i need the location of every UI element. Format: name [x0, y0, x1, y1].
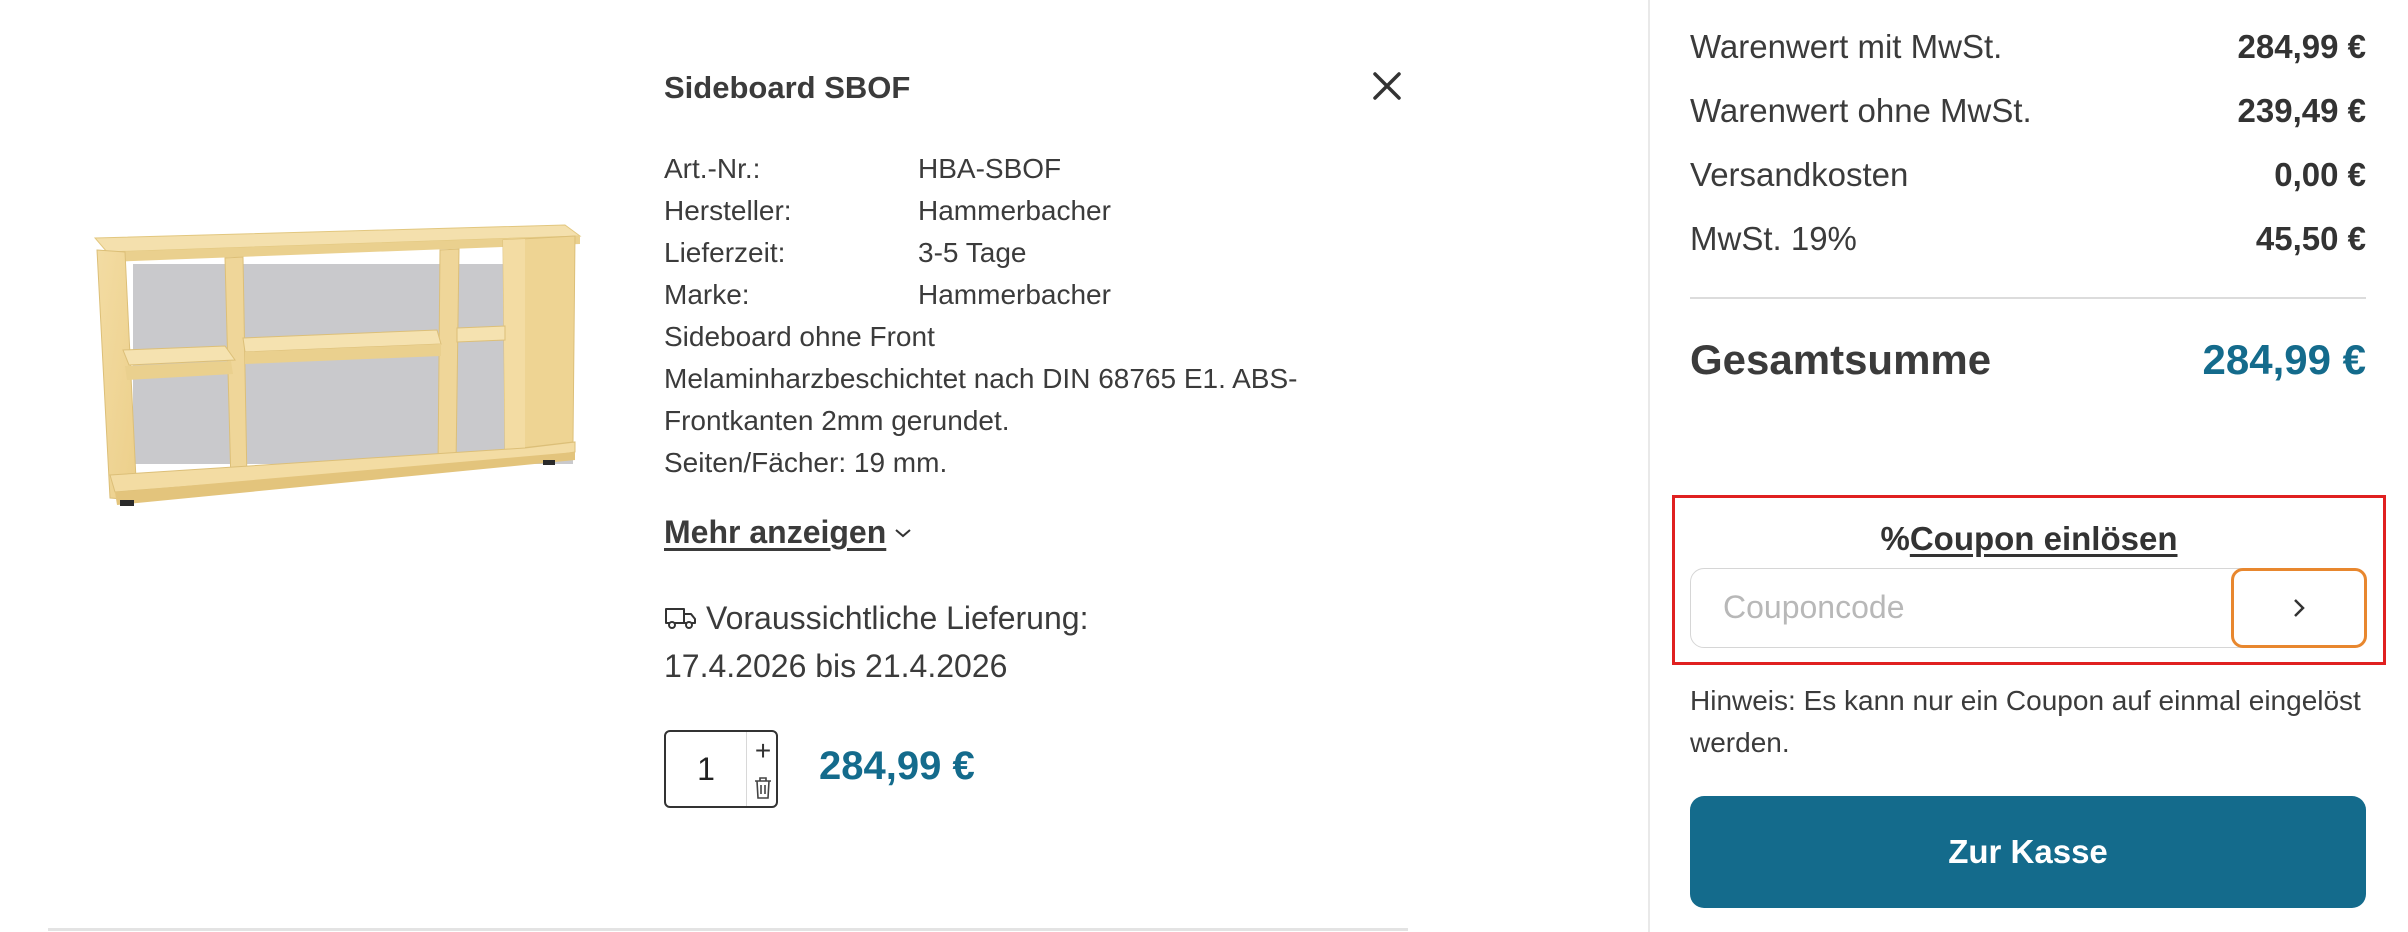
plus-icon[interactable]: +: [750, 736, 776, 766]
coupon-title: Coupon einlösen: [1909, 520, 2178, 557]
spec-label: Marke:: [664, 279, 750, 310]
spec-row-manufacturer: Hersteller: Hammerbacher: [664, 190, 1111, 232]
coupon-toggle[interactable]: %Coupon einlösen: [1675, 520, 2383, 558]
product-specs: Art.-Nr.: HBA-SBOF Hersteller: Hammerbac…: [664, 148, 1111, 316]
spec-row-delivery-time: Lieferzeit: 3-5 Tage: [664, 232, 1111, 274]
spec-value: Hammerbacher: [918, 195, 1111, 226]
product-title: Sideboard SBOF: [664, 70, 911, 105]
total-value: 284,99 €: [2202, 336, 2367, 383]
summary-row-net: Warenwert ohne MwSt. 239,49 €: [1690, 92, 2366, 130]
summary-value: 45,50 €: [2255, 220, 2366, 257]
summary-label: MwSt. 19%: [1690, 220, 1857, 257]
coupon-submit-button[interactable]: [2231, 568, 2367, 648]
delivery-estimate: Voraussichtliche Lieferung: 17.4.2026 bi…: [664, 594, 1088, 690]
percent-icon: %: [1880, 520, 1910, 557]
quantity-value[interactable]: 1: [666, 732, 746, 806]
product-image: [93, 224, 582, 506]
delivery-range: 17.4.2026 bis 21.4.2026: [664, 648, 1008, 684]
description-line: Frontkanten 2mm gerundet.: [664, 405, 1010, 436]
spec-label: Hersteller:: [664, 195, 792, 226]
summary-label: Warenwert mit MwSt.: [1690, 28, 2003, 65]
column-divider: [1648, 0, 1650, 932]
show-more-link[interactable]: Mehr anzeigen: [664, 514, 912, 551]
summary-value: 284,99 €: [2237, 28, 2366, 65]
spec-row-article: Art.-Nr.: HBA-SBOF: [664, 148, 1111, 190]
coupon-code-input[interactable]: [1691, 569, 2231, 646]
checkout-button[interactable]: Zur Kasse: [1690, 796, 2366, 908]
chevron-right-icon: [2294, 599, 2305, 617]
summary-row-shipping: Versandkosten 0,00 €: [1690, 156, 2366, 194]
stepper-divider: [746, 732, 747, 806]
spec-value: HBA-SBOF: [918, 153, 1062, 184]
chevron-down-icon: [895, 528, 911, 537]
product-price: 284,99 €: [819, 744, 975, 788]
product-description: Sideboard ohne Front Melaminharzbeschich…: [664, 316, 1364, 484]
close-icon[interactable]: [1369, 68, 1405, 104]
coupon-input-group: [1690, 568, 2367, 648]
coupon-hint: Hinweis: Es kann nur ein Coupon auf einm…: [1690, 685, 2361, 758]
show-more-label: Mehr anzeigen: [664, 514, 887, 550]
spec-row-brand: Marke: Hammerbacher: [664, 274, 1111, 316]
delivery-label: Voraussichtliche Lieferung:: [706, 600, 1089, 636]
summary-row-gross: Warenwert mit MwSt. 284,99 €: [1690, 28, 2366, 66]
quantity-stepper: 1 +: [664, 730, 778, 808]
product-details: Sideboard SBOF Art.-Nr.: HBA-SBOF Herste…: [664, 0, 1414, 932]
truck-icon: [665, 608, 696, 629]
summary-value: 0,00 €: [2274, 156, 2366, 193]
description-line: Sideboard ohne Front: [664, 321, 935, 352]
summary-value: 239,49 €: [2237, 92, 2366, 129]
description-line: Seiten/Fächer: 19 mm.: [664, 447, 948, 478]
total-label: Gesamtsumme: [1690, 336, 1992, 383]
summary-label: Versandkosten: [1690, 156, 1909, 193]
order-summary: Warenwert mit MwSt. 284,99 € Warenwert o…: [1690, 0, 2366, 932]
summary-row-vat: MwSt. 19% 45,50 €: [1690, 220, 2366, 258]
spec-label: Lieferzeit:: [664, 237, 786, 268]
description-line: Melaminharzbeschichtet nach DIN 68765 E1…: [664, 363, 1298, 394]
spec-value: 3-5 Tage: [918, 237, 1027, 268]
spec-label: Art.-Nr.:: [664, 153, 761, 184]
summary-divider: [1690, 297, 2366, 299]
spec-value: Hammerbacher: [918, 279, 1111, 310]
coupon-section: %Coupon einlösen: [1672, 495, 2386, 665]
item-bottom-divider: [48, 928, 1408, 931]
trash-icon[interactable]: [753, 776, 773, 800]
summary-total: Gesamtsumme 284,99 €: [1690, 336, 2366, 384]
summary-label: Warenwert ohne MwSt.: [1690, 92, 2032, 129]
